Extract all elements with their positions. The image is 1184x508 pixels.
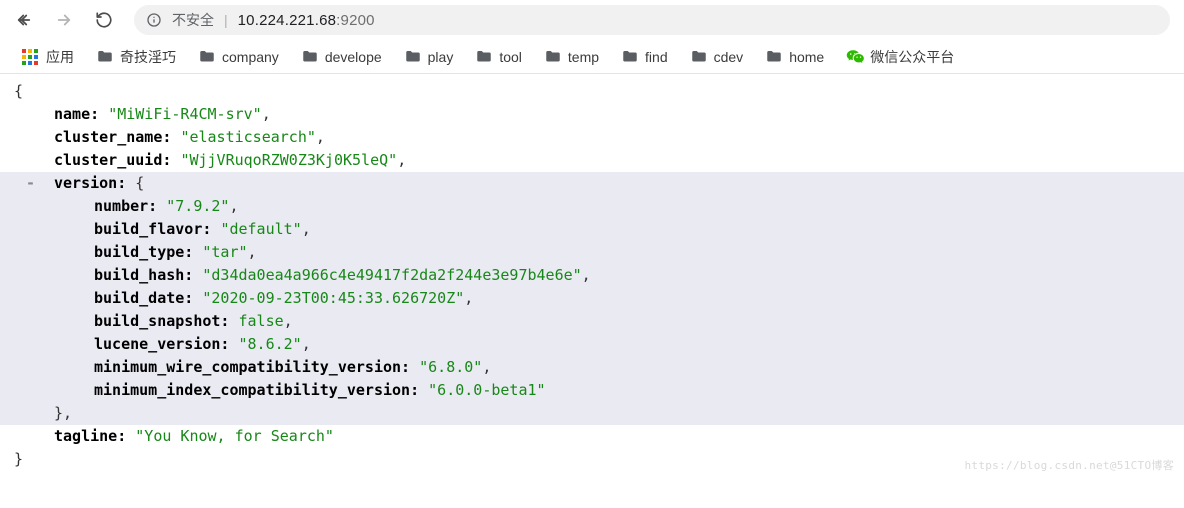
bookmark-label: cdev [714,49,744,65]
json-line-version[interactable]: -version: { [0,172,1184,195]
bookmark-folder[interactable]: temp [536,44,607,70]
json-brace-open: { [0,80,1184,103]
apps-icon [22,49,38,65]
browser-nav-bar: 不安全 | 10.224.221.68:9200 [0,0,1184,40]
wechat-icon [846,48,864,66]
arrow-left-icon [15,11,33,29]
bookmark-folder[interactable]: home [757,44,832,70]
json-line[interactable]: build_snapshot: false, [0,310,1184,333]
bookmark-label: 微信公众平台 [870,47,954,67]
folder-icon [621,48,639,66]
json-line[interactable]: build_hash: "d34da0ea4a966c4e49417f2da2f… [0,264,1184,287]
folder-icon [475,48,493,66]
json-brace-close-inner: }, [0,402,1184,425]
json-line[interactable]: name: "MiWiFi-R4CM-srv", [0,103,1184,126]
json-line[interactable]: build_type: "tar", [0,241,1184,264]
folder-icon [96,48,114,66]
json-line[interactable]: minimum_index_compatibility_version: "6.… [0,379,1184,402]
bookmark-folder[interactable]: find [613,44,676,70]
folder-icon [690,48,708,66]
separator: | [224,12,228,28]
info-icon [146,12,162,28]
bookmark-label: develope [325,49,382,65]
json-line[interactable]: number: "7.9.2", [0,195,1184,218]
bookmark-folder[interactable]: cdev [682,44,752,70]
folder-icon [404,48,422,66]
json-line[interactable]: lucene_version: "8.6.2", [0,333,1184,356]
bookmark-label: play [428,49,454,65]
bookmark-folder[interactable]: 奇技淫巧 [88,43,184,71]
json-line[interactable]: build_flavor: "default", [0,218,1184,241]
reload-icon [95,11,113,29]
json-line[interactable]: cluster_name: "elasticsearch", [0,126,1184,149]
json-line[interactable]: build_date: "2020-09-23T00:45:33.626720Z… [0,287,1184,310]
bookmark-label: 奇技淫巧 [120,47,176,67]
json-line[interactable]: cluster_uuid: "WjjVRuqoRZW0Z3Kj0K5leQ", [0,149,1184,172]
reload-button[interactable] [94,10,114,30]
apps-button[interactable]: 应用 [14,43,82,71]
bookmark-label: home [789,49,824,65]
folder-icon [198,48,216,66]
bookmark-label: temp [568,49,599,65]
bookmark-folder[interactable]: tool [467,44,530,70]
json-line[interactable]: minimum_wire_compatibility_version: "6.8… [0,356,1184,379]
insecure-label: 不安全 [172,10,214,30]
bookmark-label: find [645,49,668,65]
bookmark-wechat[interactable]: 微信公众平台 [838,43,962,71]
json-line[interactable]: tagline: "You Know, for Search" [0,425,1184,448]
bookmark-label: company [222,49,279,65]
folder-icon [301,48,319,66]
folder-icon [765,48,783,66]
bookmark-folder[interactable]: company [190,44,287,70]
folder-icon [544,48,562,66]
arrow-right-icon [55,11,73,29]
json-viewer: { name: "MiWiFi-R4CM-srv", cluster_name:… [0,74,1184,481]
watermark: https://blog.csdn.net@51CTO博客 [964,454,1174,477]
collapse-toggle[interactable]: - [26,172,35,195]
address-bar[interactable]: 不安全 | 10.224.221.68:9200 [134,5,1170,35]
url-text: 10.224.221.68:9200 [238,12,375,29]
bookmark-label: tool [499,49,522,65]
bookmarks-bar: 应用 奇技淫巧 company develope play tool temp … [0,40,1184,74]
forward-button[interactable] [54,10,74,30]
bookmark-folder[interactable]: play [396,44,462,70]
apps-label: 应用 [46,47,74,67]
bookmark-folder[interactable]: develope [293,44,390,70]
back-button[interactable] [14,10,34,30]
